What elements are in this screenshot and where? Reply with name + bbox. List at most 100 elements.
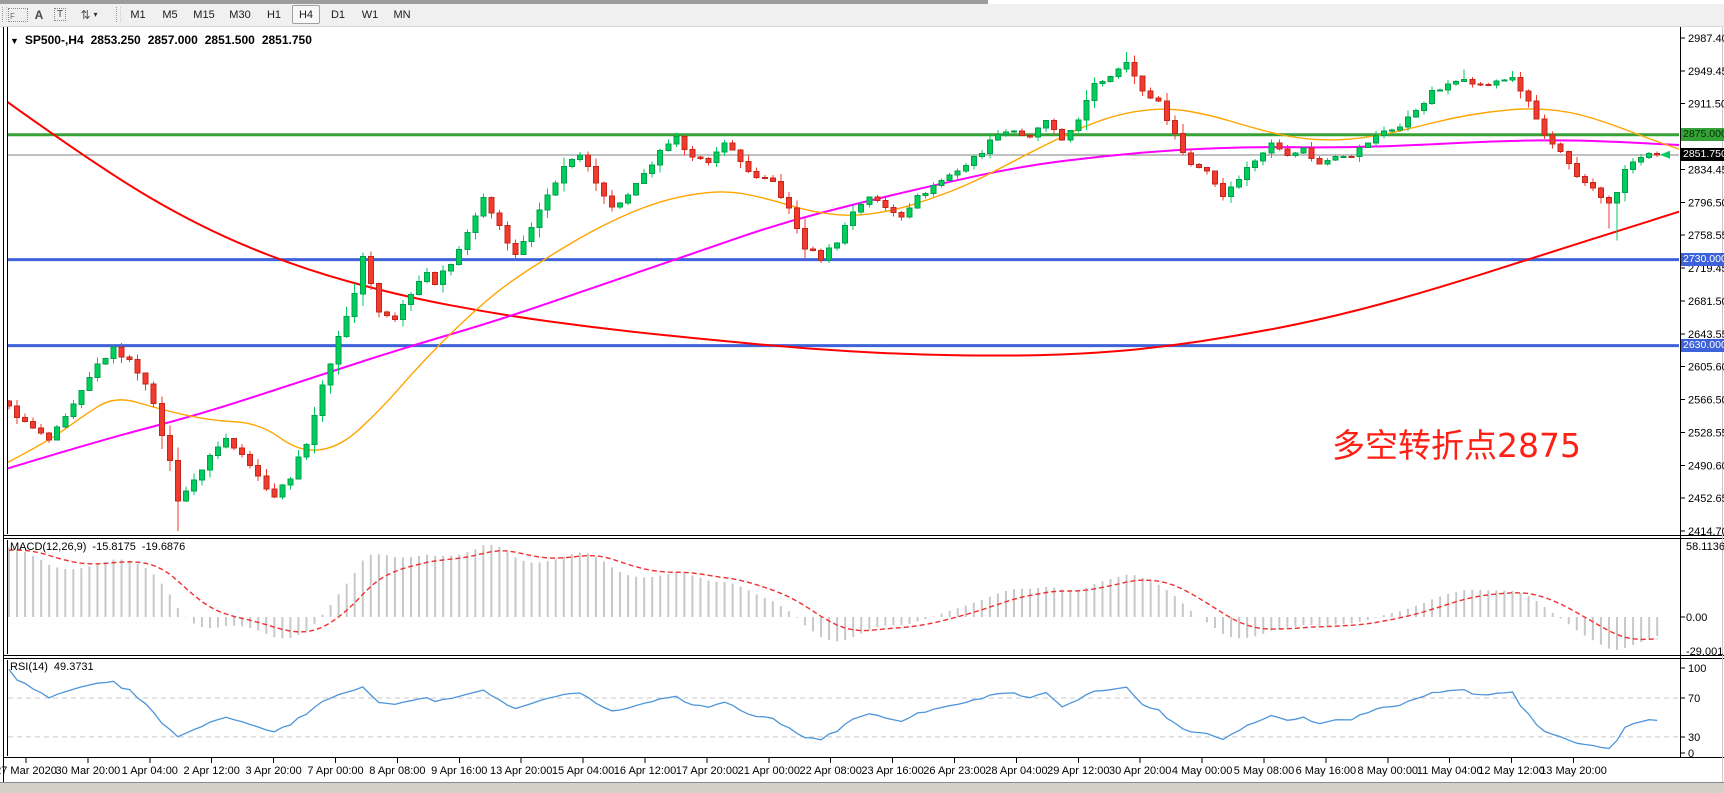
chart-canvas[interactable]: 2987.4002949.4502911.5002873.5502834.450… <box>0 0 1724 792</box>
candle-body <box>1020 131 1025 135</box>
candle-body <box>1229 187 1234 197</box>
candle-body <box>457 250 462 265</box>
candle-body <box>384 312 389 316</box>
candle-body <box>1397 127 1402 130</box>
candle-body <box>232 439 237 448</box>
candle-body <box>1373 135 1378 143</box>
candle-body <box>1341 157 1346 158</box>
time-axis-label: 13 May 20:00 <box>1540 765 1607 777</box>
candle-body <box>602 183 607 196</box>
candle-body <box>344 317 349 337</box>
candle-body <box>1221 184 1226 197</box>
timeframe-m15-button[interactable]: M15 <box>188 5 220 24</box>
candle-body <box>955 171 960 175</box>
candle-body <box>23 417 28 421</box>
candle-body <box>312 416 317 445</box>
candle-body <box>987 140 992 154</box>
timeframe-w1-button[interactable]: W1 <box>356 5 384 24</box>
candle-body <box>1213 171 1218 184</box>
candle-body <box>963 166 968 172</box>
candle-body <box>1036 128 1041 137</box>
dropdown-triangle-icon[interactable]: ▼ <box>10 36 19 46</box>
candle-body <box>1414 111 1419 118</box>
candle-body <box>191 480 196 491</box>
time-axis-label: 4 May 00:00 <box>1172 765 1233 777</box>
candle-body <box>1381 131 1386 136</box>
chart-ohlc-header: ▼SP500-,H42853.2502857.0002851.5002851.7… <box>10 33 319 47</box>
candle-body <box>392 316 397 320</box>
price-tick-label: 2796.500 <box>1688 197 1724 209</box>
price-tick-label: 2490.600 <box>1688 460 1724 472</box>
candle-body <box>63 417 68 427</box>
time-axis-label: 27 Mar 2020 <box>0 765 57 777</box>
candle-body <box>1534 101 1539 119</box>
candle-body <box>39 428 44 433</box>
timeframe-h4-button[interactable]: H4 <box>292 5 320 24</box>
candle-body <box>875 197 880 201</box>
candle-body <box>923 193 928 195</box>
candle-body <box>1550 135 1555 144</box>
high-value: 2857.000 <box>148 33 198 47</box>
timeframe-m30-button[interactable]: M30 <box>224 5 256 24</box>
candle-body <box>1566 151 1571 163</box>
candle-body <box>401 305 406 320</box>
candle-body <box>1148 91 1153 98</box>
price-tick-label: 2681.500 <box>1688 296 1724 308</box>
time-axis-label: 23 Apr 16:00 <box>861 765 923 777</box>
time-axis-label: 12 May 12:00 <box>1478 765 1545 777</box>
price-tick-label: 2949.450 <box>1688 66 1724 78</box>
candle-body <box>1446 84 1451 90</box>
candle-body <box>288 479 293 485</box>
candle-body <box>1285 149 1290 155</box>
candle-body <box>95 364 100 378</box>
price-tick-label: 2987.400 <box>1688 33 1724 45</box>
candle-body <box>754 171 759 177</box>
candle-body <box>465 232 470 249</box>
candle-body <box>1438 90 1443 91</box>
candle-body <box>1558 144 1563 152</box>
candle-body <box>1502 80 1507 81</box>
candle-body <box>626 195 631 203</box>
candle-body <box>1486 85 1491 86</box>
rsi-axis-label: 0 <box>1688 748 1694 760</box>
text-box-button[interactable]: T <box>50 5 70 24</box>
candle-body <box>216 447 221 456</box>
candle-body <box>1349 157 1354 158</box>
macd-indicator-label: MACD(12,26,9)-15.8175-19.6876 <box>10 541 191 553</box>
candle-body <box>280 485 285 497</box>
timeframe-m1-button[interactable]: M1 <box>124 5 152 24</box>
candle-body <box>240 448 245 455</box>
candle-body <box>135 359 140 373</box>
candle-body <box>1631 162 1636 170</box>
rsi-indicator-label: RSI(14)49.3731 <box>10 661 100 673</box>
candle-body <box>682 137 687 150</box>
macd-axis-label: 58.1136 <box>1686 541 1724 553</box>
candle-body <box>577 155 582 159</box>
rsi-axis-label: 70 <box>1688 693 1700 705</box>
candle-body <box>883 201 888 208</box>
candle-body <box>111 347 116 359</box>
candle-body <box>1615 192 1620 203</box>
candle-body <box>642 173 647 183</box>
cursor-mode-button[interactable]: ⇅ ▾ <box>74 5 104 24</box>
candle-body <box>208 456 213 471</box>
time-axis-label: 2 Apr 12:00 <box>184 765 240 777</box>
candle-body <box>1140 76 1145 91</box>
candle-body <box>1076 120 1081 131</box>
timeframe-h1-button[interactable]: H1 <box>260 5 288 24</box>
candle-body <box>1293 153 1298 155</box>
candle-body <box>1607 198 1612 204</box>
timeframe-mn-button[interactable]: MN <box>388 5 416 24</box>
text-label-button[interactable]: A <box>30 5 48 24</box>
timeframe-d1-button[interactable]: D1 <box>324 5 352 24</box>
candle-body <box>441 271 446 285</box>
time-axis-label: 28 Apr 04:00 <box>985 765 1047 777</box>
time-axis-label: 21 Apr 00:00 <box>738 765 800 777</box>
template-button[interactable]: F <box>6 5 30 24</box>
timeframe-m5-button[interactable]: M5 <box>156 5 184 24</box>
candle-body <box>1325 160 1330 164</box>
candle-body <box>1044 120 1049 128</box>
candle-body <box>907 208 912 217</box>
candle-body <box>143 373 148 384</box>
toolbar-grip[interactable] <box>116 7 121 22</box>
